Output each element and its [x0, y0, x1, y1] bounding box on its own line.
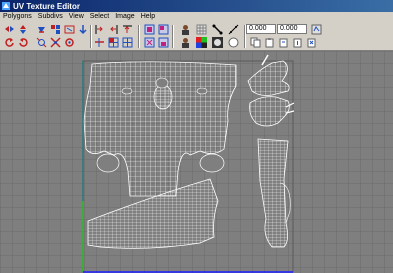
paste-u-icon[interactable]	[278, 37, 289, 48]
paste-uv-icon[interactable]	[264, 37, 275, 48]
relax-icon[interactable]	[94, 37, 105, 48]
menu-view[interactable]: View	[66, 12, 87, 22]
refresh-uv-icon[interactable]	[311, 24, 322, 35]
cycle-uv-icon[interactable]	[306, 37, 317, 48]
app-icon	[2, 2, 10, 10]
split-uv-icon[interactable]	[36, 37, 47, 48]
window-title: UV Texture Editor	[13, 1, 80, 11]
filter-icon[interactable]	[180, 37, 191, 48]
rotate-uv-icon[interactable]	[36, 24, 47, 35]
snapshot-icon[interactable]	[144, 24, 155, 35]
flip-u-icon[interactable]	[4, 24, 15, 35]
v-value-field[interactable]	[277, 24, 307, 34]
dim-icon[interactable]	[196, 37, 207, 48]
copy-uv-icon[interactable]	[250, 37, 261, 48]
texture-toggle-icon[interactable]	[144, 37, 155, 48]
toolbar	[0, 22, 393, 51]
stack-icon[interactable]	[122, 37, 133, 48]
rotate-ccw-icon[interactable]	[4, 37, 15, 48]
menu-subdivs[interactable]: Subdivs	[35, 12, 66, 22]
grid-toggle-icon[interactable]	[196, 24, 207, 35]
cut-uv-icon[interactable]	[50, 24, 61, 35]
sew-uv-icon[interactable]	[64, 24, 75, 35]
uv-viewport[interactable]	[0, 51, 393, 273]
paste-v-icon[interactable]	[292, 37, 303, 48]
frame-all-icon[interactable]	[180, 24, 191, 35]
shade-icon[interactable]	[158, 37, 169, 48]
u-value-field[interactable]	[246, 24, 276, 34]
image-toggle-icon[interactable]	[228, 24, 239, 35]
menu-bar: Polygons Subdivs View Select Image Help	[0, 12, 393, 22]
isolate-icon[interactable]	[158, 24, 169, 35]
unfold-icon[interactable]	[78, 24, 89, 35]
menu-select[interactable]: Select	[87, 12, 112, 22]
rotate-cw-icon[interactable]	[18, 37, 29, 48]
menu-image[interactable]: Image	[112, 12, 137, 22]
pixel-snap-icon[interactable]	[212, 24, 223, 35]
align-right-icon[interactable]	[108, 24, 119, 35]
grid-uv-icon[interactable]	[108, 37, 119, 48]
align-top-icon[interactable]	[122, 24, 133, 35]
align-left-icon[interactable]	[94, 24, 105, 35]
menu-polygons[interactable]: Polygons	[0, 12, 35, 22]
title-bar: UV Texture Editor	[0, 0, 393, 12]
merge-uv-icon[interactable]	[50, 37, 61, 48]
render-icon[interactable]	[212, 37, 223, 48]
circle-toggle-icon[interactable]	[228, 37, 239, 48]
layout-icon[interactable]	[64, 37, 75, 48]
uv-canvas[interactable]	[0, 51, 393, 273]
flip-v-icon[interactable]	[18, 24, 29, 35]
menu-help[interactable]: Help	[138, 12, 158, 22]
